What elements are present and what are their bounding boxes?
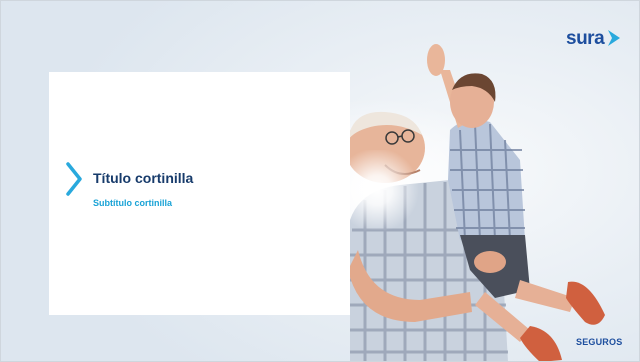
chevron-right-icon xyxy=(66,162,82,196)
sura-logo: sura xyxy=(566,26,622,50)
title-card: Título cortinilla Subtítulo cortinilla xyxy=(49,72,350,315)
slide-canvas: Título cortinilla Subtítulo cortinilla s… xyxy=(0,0,640,362)
slide-subtitle[interactable]: Subtítulo cortinilla xyxy=(93,198,172,208)
logo-wordmark: sura xyxy=(566,27,605,49)
slide-title[interactable]: Título cortinilla xyxy=(93,170,193,186)
logo-arrow-icon xyxy=(608,30,621,46)
footer-brand: SEGUROS xyxy=(576,337,623,347)
